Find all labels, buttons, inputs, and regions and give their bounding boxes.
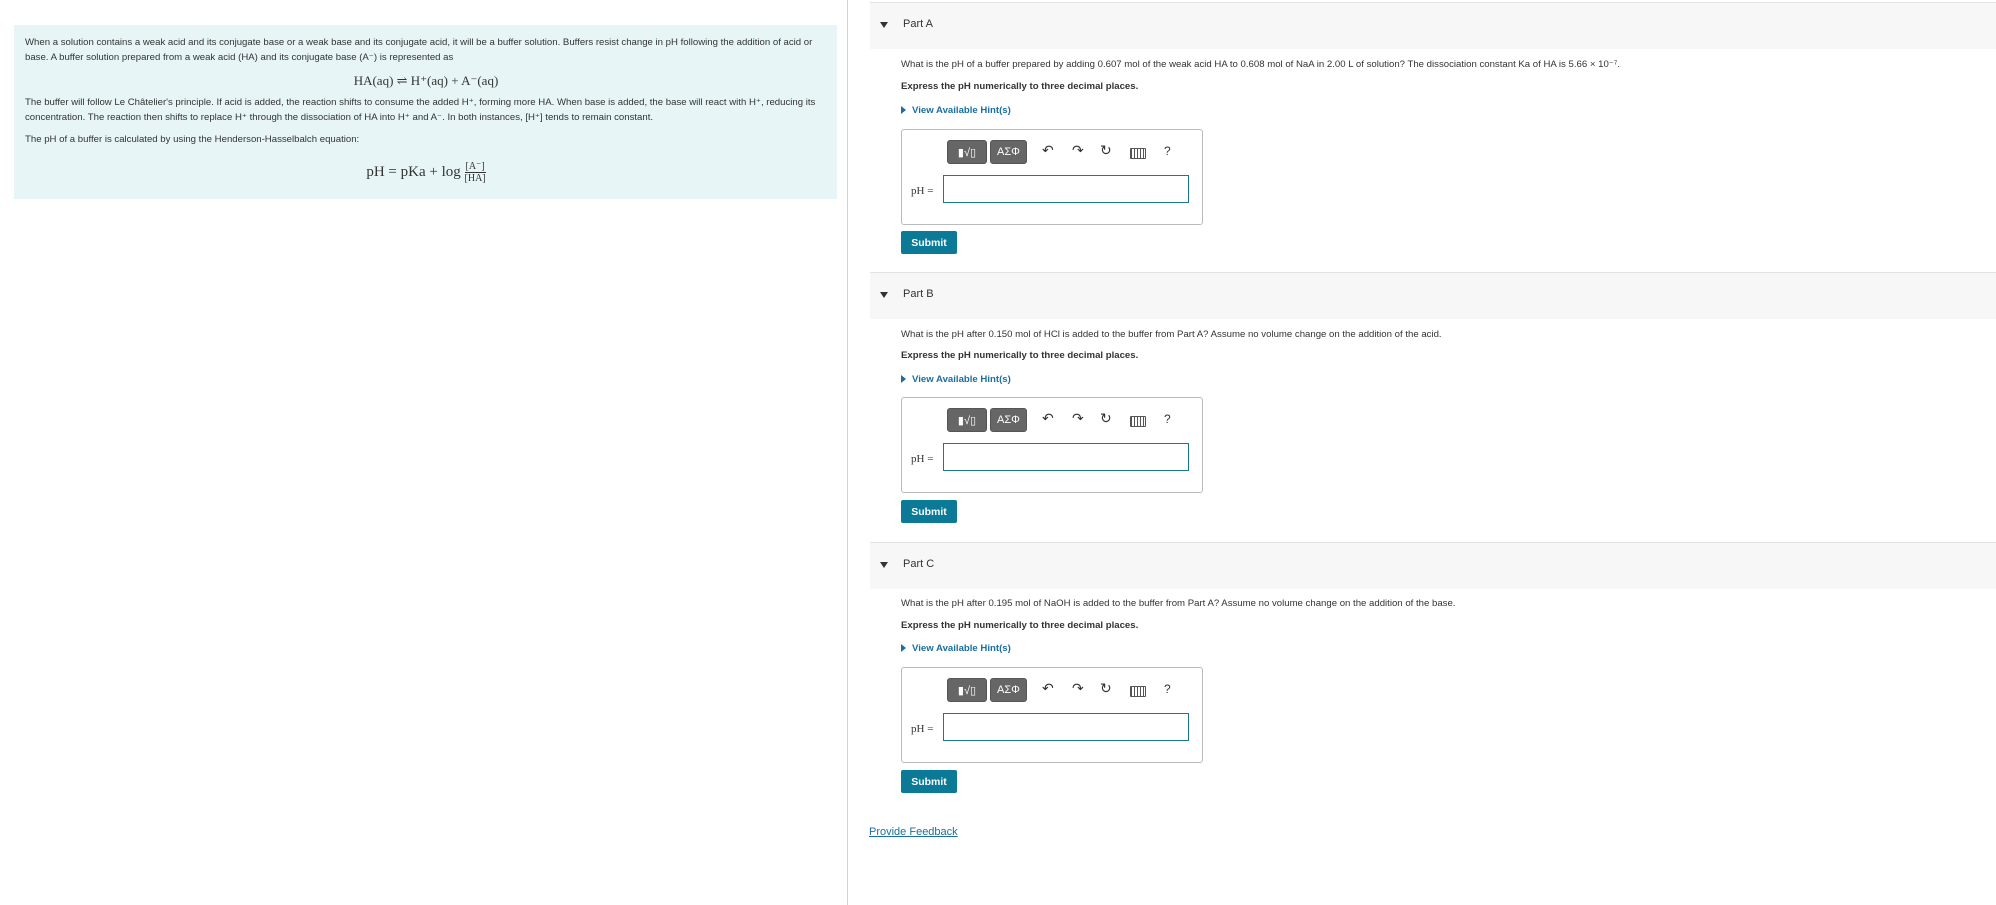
- reset-icon[interactable]: ↻: [1100, 410, 1112, 427]
- part-c-ph-input[interactable]: [943, 713, 1189, 741]
- caret-right-icon: [901, 106, 906, 114]
- part-a-answer-box: ▮√▯ ΑΣΦ ↶ ↷ ↻ ? pH =: [901, 129, 1203, 225]
- intro-paragraph-1: When a solution contains a weak acid and…: [25, 37, 813, 63]
- part-b-title: Part B: [903, 288, 934, 300]
- undo-icon[interactable]: ↶: [1042, 410, 1054, 427]
- symbols-button[interactable]: ΑΣΦ: [990, 678, 1027, 702]
- intro-paragraph-3: The pH of a buffer is calculated by usin…: [25, 134, 360, 145]
- help-icon[interactable]: ?: [1164, 682, 1171, 696]
- ph-label: pH =: [911, 723, 934, 735]
- hint-label: View Available Hint(s): [912, 643, 1011, 654]
- part-b-answer-box: ▮√▯ ΑΣΦ ↶ ↷ ↻ ? pH =: [901, 397, 1203, 493]
- hint-label: View Available Hint(s): [912, 374, 1011, 385]
- reset-icon[interactable]: ↻: [1100, 142, 1112, 159]
- part-c-question: What is the pH after 0.195 mol of NaOH i…: [901, 598, 1456, 609]
- collapse-triangle-icon[interactable]: [880, 22, 888, 28]
- panel-divider: [847, 0, 848, 905]
- caret-right-icon: [901, 644, 906, 652]
- part-a-title: Part A: [903, 18, 933, 30]
- provide-feedback-link[interactable]: Provide Feedback: [869, 826, 958, 838]
- part-a-ph-input[interactable]: [943, 175, 1189, 203]
- hint-label: View Available Hint(s): [912, 105, 1011, 116]
- part-a-question: What is the pH of a buffer prepared by a…: [901, 59, 1621, 70]
- part-a-header[interactable]: Part A: [870, 2, 1996, 49]
- help-icon[interactable]: ?: [1164, 412, 1171, 426]
- hh-denominator: [HA]: [464, 173, 486, 184]
- symbols-button[interactable]: ΑΣΦ: [990, 408, 1027, 432]
- collapse-triangle-icon[interactable]: [880, 292, 888, 298]
- redo-icon[interactable]: ↷: [1072, 680, 1084, 697]
- part-a-instruction: Express the pH numerically to three deci…: [901, 81, 1139, 92]
- part-b-header[interactable]: Part B: [870, 272, 1996, 319]
- part-b-question: What is the pH after 0.150 mol of HCl is…: [901, 329, 1442, 340]
- ph-label: pH =: [911, 453, 934, 465]
- part-b-submit-button[interactable]: Submit: [901, 500, 957, 523]
- caret-right-icon: [901, 375, 906, 383]
- reset-icon[interactable]: ↻: [1100, 680, 1112, 697]
- part-c-header[interactable]: Part C: [870, 542, 1996, 589]
- symbols-button[interactable]: ΑΣΦ: [990, 140, 1027, 164]
- part-b-instruction: Express the pH numerically to three deci…: [901, 350, 1139, 361]
- undo-icon[interactable]: ↶: [1042, 142, 1054, 159]
- intro-paragraph-2: The buffer will follow Le Châtelier's pr…: [25, 97, 816, 123]
- part-c-instruction: Express the pH numerically to three deci…: [901, 620, 1139, 631]
- part-c-submit-button[interactable]: Submit: [901, 770, 957, 793]
- intro-panel: When a solution contains a weak acid and…: [14, 25, 837, 199]
- equilibrium-equation: HA(aq) ⇌ H⁺(aq) + A⁻(aq): [353, 73, 499, 88]
- redo-icon[interactable]: ↷: [1072, 410, 1084, 427]
- keyboard-icon[interactable]: [1130, 416, 1146, 427]
- part-c-answer-box: ▮√▯ ΑΣΦ ↶ ↷ ↻ ? pH =: [901, 667, 1203, 763]
- part-c-hint-link[interactable]: View Available Hint(s): [901, 643, 1011, 654]
- hh-numerator: [A⁻]: [464, 161, 486, 173]
- collapse-triangle-icon[interactable]: [880, 562, 888, 568]
- keyboard-icon[interactable]: [1130, 148, 1146, 159]
- ph-label: pH =: [911, 185, 934, 197]
- redo-icon[interactable]: ↷: [1072, 142, 1084, 159]
- part-a-hint-link[interactable]: View Available Hint(s): [901, 105, 1011, 116]
- undo-icon[interactable]: ↶: [1042, 680, 1054, 697]
- templates-button[interactable]: ▮√▯: [947, 408, 987, 432]
- keyboard-icon[interactable]: [1130, 686, 1146, 697]
- part-c-title: Part C: [903, 558, 935, 570]
- hh-left: pH = pKa + log: [366, 163, 461, 180]
- hh-fraction: [A⁻] [HA]: [464, 161, 486, 184]
- henderson-hasselbalch-equation: pH = pKa + log [A⁻] [HA]: [25, 161, 827, 184]
- templates-button[interactable]: ▮√▯: [947, 678, 987, 702]
- part-a-submit-button[interactable]: Submit: [901, 231, 957, 254]
- part-b-ph-input[interactable]: [943, 443, 1189, 471]
- help-icon[interactable]: ?: [1164, 144, 1171, 158]
- part-b-hint-link[interactable]: View Available Hint(s): [901, 374, 1011, 385]
- templates-button[interactable]: ▮√▯: [947, 140, 987, 164]
